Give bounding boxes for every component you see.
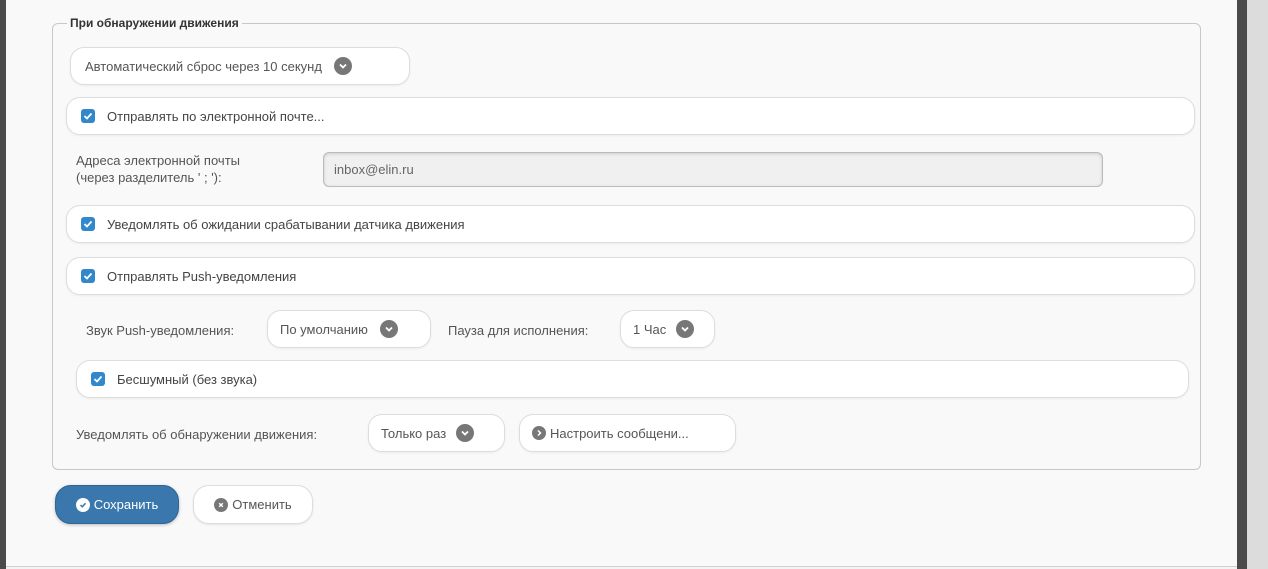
chevron-right-icon [532,426,546,440]
checkbox-checked-icon[interactable] [91,372,105,386]
send-push-label: Отправлять Push-уведомления [107,268,297,284]
cancel-button[interactable]: Отменить [193,485,313,524]
email-addresses-label: Адреса электронной почты (через разделит… [76,152,240,186]
pause-select[interactable]: 1 Час [620,310,715,348]
notify-wait-label: Уведомлять об ожидании срабатывании датч… [107,216,465,232]
chevron-down-icon [379,320,398,338]
configure-message-button[interactable]: Настроить сообщени... [519,414,736,452]
check-icon [75,497,90,512]
email-addresses-input[interactable] [323,152,1103,187]
checkbox-checked-icon[interactable] [81,109,95,123]
chevron-down-icon [456,424,475,442]
push-sound-label: Звук Push-уведомления: [86,323,235,338]
checkbox-checked-icon[interactable] [81,269,95,283]
close-icon [214,497,229,512]
checkbox-checked-icon[interactable] [81,217,95,231]
push-sound-select[interactable]: По умолчанию [267,310,431,348]
scrollbar-track[interactable] [1247,0,1268,569]
pause-label: Пауза для исполнения: [448,323,589,338]
cancel-label: Отменить [232,497,292,512]
silent-checkbox[interactable]: Бесшумный (без звука) [76,360,1189,398]
auto-reset-value: Автоматический сброс через 10 секунд [85,58,322,74]
notify-detection-label: Уведомлять об обнаружении движения: [76,427,318,442]
chevron-down-icon [676,320,695,338]
chevron-down-icon [333,57,352,75]
auto-reset-select[interactable]: Автоматический сброс через 10 секунд [70,47,410,85]
save-button[interactable]: Сохранить [55,485,179,524]
save-label: Сохранить [93,497,159,512]
send-push-checkbox[interactable]: Отправлять Push-уведомления [66,257,1195,295]
send-email-label: Отправлять по электронной почте... [107,108,325,124]
configure-message-label: Настроить сообщени... [550,425,689,441]
email-label-line2: (через разделитель ' ; '): [76,170,222,185]
window-frame-right [1237,0,1247,569]
send-email-checkbox[interactable]: Отправлять по электронной почте... [66,97,1195,135]
email-label-line1: Адреса электронной почты [76,153,240,168]
notify-wait-checkbox[interactable]: Уведомлять об ожидании срабатывании датч… [66,205,1195,243]
section-legend: При обнаружении движения [70,16,239,30]
push-sound-value: По умолчанию [280,321,368,337]
pause-value: 1 Час [633,321,667,337]
settings-panel: При обнаружении движения Автоматический … [6,0,1237,567]
notify-detection-value: Только раз [381,425,447,441]
notify-detection-select[interactable]: Только раз [368,414,505,452]
silent-label: Бесшумный (без звука) [117,371,258,387]
